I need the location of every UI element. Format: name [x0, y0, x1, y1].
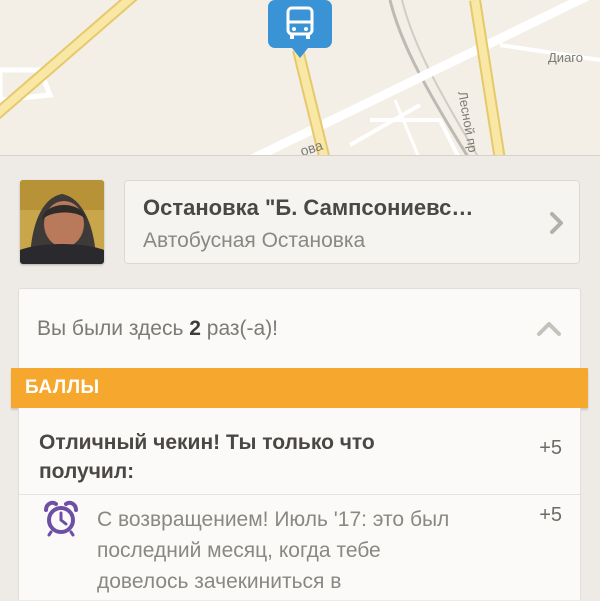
reward-value: +5 [539, 504, 562, 526]
alarm-clock-icon [44, 500, 78, 537]
divider [19, 494, 580, 495]
visits-count: 2 [189, 317, 201, 340]
points-header: БАЛЛЫ [11, 368, 588, 408]
venue-name: Остановка "Б. Сампсониевс… [143, 195, 474, 220]
points-list: Отличный чекин! Ты только что получил: +… [18, 408, 581, 600]
bus-icon [268, 0, 332, 58]
visits-text: Вы были здесь 2 раз(-а)! [37, 317, 278, 341]
visits-suffix: раз(-а)! [200, 317, 279, 340]
points-total: +5 [539, 437, 562, 459]
map-view[interactable]: Диаго Лесной пр ова [0, 0, 600, 160]
bus-stop-pin[interactable] [266, 0, 334, 60]
points-header-label: БАЛЛЫ [25, 377, 100, 398]
chevron-up-icon[interactable] [536, 319, 562, 337]
venue-info-button[interactable]: Остановка "Б. Сампсониевс… Автобусная Ос… [124, 180, 580, 264]
visits-summary[interactable]: Вы были здесь 2 раз(-а)! [18, 288, 581, 374]
chevron-right-icon [550, 212, 563, 234]
points-title: Отличный чекин! Ты только что получил: [39, 431, 375, 483]
visits-prefix: Вы были здесь [37, 317, 190, 340]
avatar[interactable] [20, 180, 104, 264]
venue-category: Автобусная Остановка [143, 229, 366, 252]
user-avatar-icon [20, 180, 104, 264]
map-street-label: Диаго [548, 50, 583, 65]
reward-text: С возвращением! Июль '17: это был послед… [97, 508, 450, 593]
